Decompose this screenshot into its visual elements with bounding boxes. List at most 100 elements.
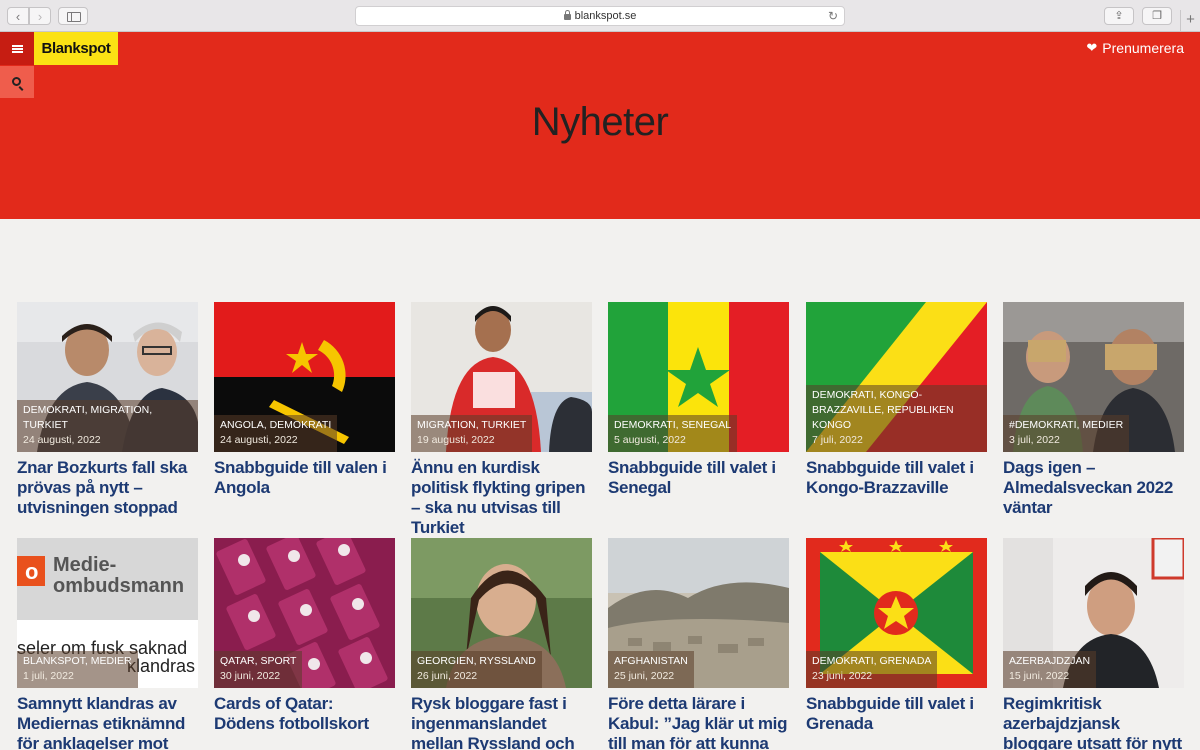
article-tags[interactable]: BLANKSPOT, MEDIER <box>23 654 132 669</box>
article-title[interactable]: Ännu en kurdisk politisk flykting gripen… <box>411 458 592 538</box>
article-title[interactable]: Cards of Qatar: Dödens fotbollskort <box>214 694 395 734</box>
article-image[interactable]: o Medie- ombudsmann seler om fusk saknad… <box>17 538 198 688</box>
article-image[interactable]: DEMOKRATI, GRENADA 23 juni, 2022 <box>806 538 987 688</box>
article-card[interactable]: MIGRATION, TURKIET 19 augusti, 2022 Ännu… <box>411 302 592 538</box>
tabs-icon: ❐ <box>1152 10 1162 22</box>
search-button[interactable] <box>0 66 34 98</box>
article-card[interactable]: DEMOKRATI, SENEGAL 5 augusti, 2022 Snabb… <box>608 302 789 498</box>
article-date: 24 augusti, 2022 <box>220 434 298 446</box>
article-meta: QATAR, SPORT 30 juni, 2022 <box>214 651 303 688</box>
article-tags[interactable]: MIGRATION, TURKIET <box>417 418 526 433</box>
article-meta: ANGOLA, DEMOKRATI 24 augusti, 2022 <box>214 415 338 452</box>
image-text: Medie- <box>53 554 116 576</box>
article-image[interactable]: ANGOLA, DEMOKRATI 24 augusti, 2022 <box>214 302 395 452</box>
back-button[interactable]: ‹ <box>7 7 29 25</box>
article-card[interactable]: #DEMOKRATI, MEDIER 3 juli, 2022 Dags ige… <box>1003 302 1184 518</box>
article-date: 1 juli, 2022 <box>23 670 74 682</box>
article-date: 5 augusti, 2022 <box>614 434 686 446</box>
article-meta: #DEMOKRATI, MEDIER 3 juli, 2022 <box>1003 415 1130 452</box>
article-image[interactable]: #DEMOKRATI, MEDIER 3 juli, 2022 <box>1003 302 1184 452</box>
article-image[interactable]: DEMOKRATI, MIGRATION, TURKIET 24 augusti… <box>17 302 198 452</box>
article-title[interactable]: Rysk bloggare fast i ingenmanslandet mel… <box>411 694 592 750</box>
article-tags[interactable]: DEMOKRATI, MIGRATION, TURKIET <box>23 403 192 433</box>
article-meta: DEMOKRATI, SENEGAL 5 augusti, 2022 <box>608 415 738 452</box>
article-title[interactable]: Snabbguide till valet i Kongo-Brazzavill… <box>806 458 987 498</box>
article-meta: AZERBAJDZJAN 15 juni, 2022 <box>1003 651 1097 688</box>
article-title[interactable]: Före detta lärare i Kabul: ”Jag klär ut … <box>608 694 789 750</box>
article-tags[interactable]: DEMOKRATI, KONGO-BRAZZAVILLE, REPUBLIKEN… <box>812 388 981 433</box>
article-title[interactable]: Snabbguide till valet i Senegal <box>608 458 789 498</box>
article-tags[interactable]: GEORGIEN, RYSSLAND <box>417 654 536 669</box>
hamburger-icon <box>11 44 23 53</box>
article-title[interactable]: Snabbguide till valen i Angola <box>214 458 395 498</box>
show-tabs-button[interactable]: ❐ <box>1142 7 1172 25</box>
subscribe-link[interactable]: ❤ Prenumerera <box>1086 40 1184 56</box>
article-meta: BLANKSPOT, MEDIER 1 juli, 2022 <box>17 651 138 688</box>
article-card[interactable]: QATAR, SPORT 30 juni, 2022 Cards of Qata… <box>214 538 395 734</box>
chevron-left-icon: ‹ <box>15 8 21 24</box>
article-tags[interactable]: DEMOKRATI, SENEGAL <box>614 418 731 433</box>
article-card[interactable]: DEMOKRATI, KONGO-BRAZZAVILLE, REPUBLIKEN… <box>806 302 987 498</box>
article-tags[interactable]: ANGOLA, DEMOKRATI <box>220 418 331 433</box>
article-tags[interactable]: AFGHANISTAN <box>614 654 688 669</box>
article-image[interactable]: MIGRATION, TURKIET 19 augusti, 2022 <box>411 302 592 452</box>
article-title[interactable]: Znar Bozkurts fall ska prövas på nytt – … <box>17 458 198 518</box>
article-card[interactable]: GEORGIEN, RYSSLAND 26 juni, 2022 Rysk bl… <box>411 538 592 750</box>
heart-icon: ❤ <box>1086 40 1098 55</box>
lock-icon <box>563 10 571 20</box>
sidebar-toggle-icon[interactable] <box>58 7 88 25</box>
article-date: 15 juni, 2022 <box>1009 670 1070 682</box>
article-meta: GEORGIEN, RYSSLAND 26 juni, 2022 <box>411 651 542 688</box>
article-tags[interactable]: #DEMOKRATI, MEDIER <box>1009 418 1123 433</box>
article-tags[interactable]: DEMOKRATI, GRENADA <box>812 654 931 669</box>
search-icon <box>11 76 21 86</box>
image-text: ombudsmann <box>53 575 184 597</box>
url-text: blankspot.se <box>574 10 637 22</box>
article-meta: MIGRATION, TURKIET 19 augusti, 2022 <box>411 415 533 452</box>
plus-icon: + <box>1186 11 1195 28</box>
address-bar[interactable]: blankspot.se ↻ <box>355 6 845 26</box>
subscribe-label: Prenumerera <box>1102 40 1184 56</box>
share-icon: ⇪ <box>1114 10 1124 22</box>
browser-toolbar: ‹ › blankspot.se ↻ ⇪ ❐ + <box>0 0 1200 32</box>
article-date: 25 juni, 2022 <box>614 670 675 682</box>
article-title[interactable]: Samnytt klandras av Mediernas etiknämnd … <box>17 694 198 750</box>
article-card[interactable]: AZERBAJDZJAN 15 juni, 2022 Regimkritisk … <box>1003 538 1184 750</box>
article-date: 30 juni, 2022 <box>220 670 281 682</box>
article-image[interactable]: AZERBAJDZJAN 15 juni, 2022 <box>1003 538 1184 688</box>
page-title: Nyheter <box>531 100 669 144</box>
article-date: 26 juni, 2022 <box>417 670 478 682</box>
article-title[interactable]: Snabbguide till valet i Grenada <box>806 694 987 734</box>
article-card[interactable]: DEMOKRATI, GRENADA 23 juni, 2022 Snabbgu… <box>806 538 987 734</box>
article-meta: DEMOKRATI, GRENADA 23 juni, 2022 <box>806 651 938 688</box>
article-meta: AFGHANISTAN 25 juni, 2022 <box>608 651 694 688</box>
article-date: 7 juli, 2022 <box>812 434 863 446</box>
article-date: 19 augusti, 2022 <box>417 434 495 446</box>
article-card[interactable]: AFGHANISTAN 25 juni, 2022 Före detta lär… <box>608 538 789 750</box>
article-image[interactable]: DEMOKRATI, SENEGAL 5 augusti, 2022 <box>608 302 789 452</box>
article-card[interactable]: ANGOLA, DEMOKRATI 24 augusti, 2022 Snabb… <box>214 302 395 498</box>
article-tags[interactable]: QATAR, SPORT <box>220 654 296 669</box>
article-card[interactable]: o Medie- ombudsmann seler om fusk saknad… <box>17 538 198 750</box>
reload-icon[interactable]: ↻ <box>828 9 838 23</box>
article-image[interactable]: AFGHANISTAN 25 juni, 2022 <box>608 538 789 688</box>
article-date: 3 juli, 2022 <box>1009 434 1060 446</box>
article-meta: DEMOKRATI, MIGRATION, TURKIET 24 augusti… <box>17 400 198 452</box>
svg-text:o: o <box>25 559 38 584</box>
article-title[interactable]: Dags igen – Almedalsveckan 2022 väntar <box>1003 458 1184 518</box>
new-tab-button[interactable]: + <box>1180 10 1200 32</box>
article-tags[interactable]: AZERBAJDZJAN <box>1009 654 1090 669</box>
site-logo[interactable]: Blankspot <box>34 32 118 65</box>
article-image[interactable]: GEORGIEN, RYSSLAND 26 juni, 2022 <box>411 538 592 688</box>
share-button[interactable]: ⇪ <box>1104 7 1134 25</box>
menu-button[interactable] <box>0 32 34 65</box>
article-meta: DEMOKRATI, KONGO-BRAZZAVILLE, REPUBLIKEN… <box>806 385 987 452</box>
article-image[interactable]: DEMOKRATI, KONGO-BRAZZAVILLE, REPUBLIKEN… <box>806 302 987 452</box>
article-card[interactable]: DEMOKRATI, MIGRATION, TURKIET 24 augusti… <box>17 302 198 518</box>
chevron-right-icon: › <box>37 8 43 24</box>
article-date: 24 augusti, 2022 <box>23 434 101 446</box>
article-image[interactable]: QATAR, SPORT 30 juni, 2022 <box>214 538 395 688</box>
forward-button[interactable]: › <box>29 7 51 25</box>
article-date: 23 juni, 2022 <box>812 670 873 682</box>
article-title[interactable]: Regimkritisk azerbajdzjansk bloggare uts… <box>1003 694 1184 750</box>
